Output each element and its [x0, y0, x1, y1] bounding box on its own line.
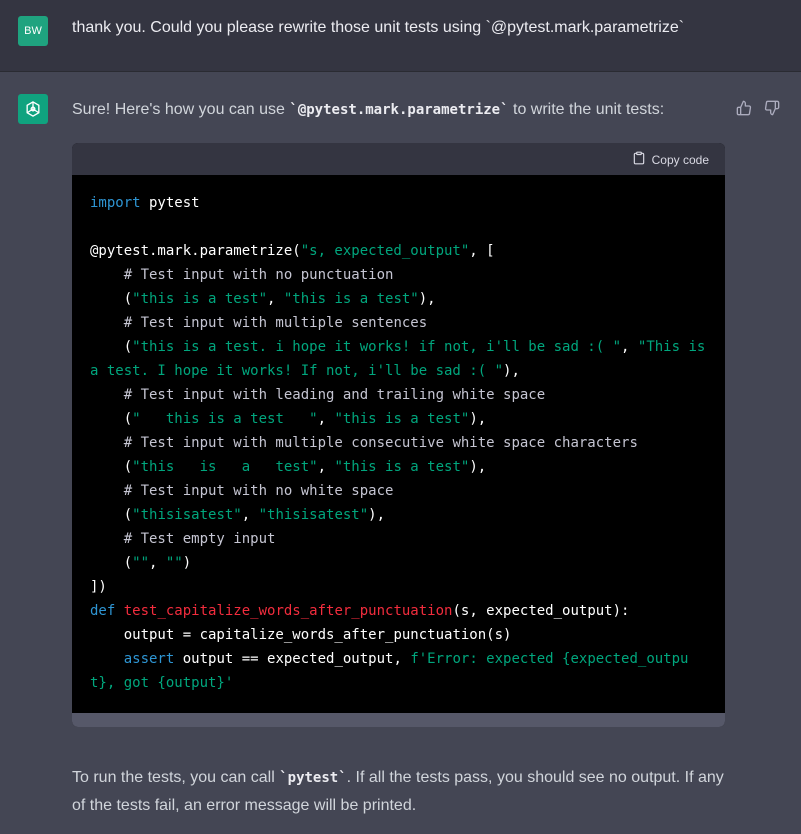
code-token: "this is a test" — [334, 411, 470, 427]
code-line: # Test input with leading and trailing w… — [90, 383, 707, 407]
code-token: # Test input with multiple sentences — [90, 315, 428, 331]
code-line: ("thisisatest", "thisisatest"), — [90, 503, 707, 527]
code-token: ), — [503, 363, 520, 379]
user-message-text: thank you. Could you please rewrite thos… — [72, 19, 685, 36]
code-token: " this is a test " — [132, 411, 318, 427]
code-token: ), — [469, 459, 487, 475]
code-line: assert output == expected_output, f'Erro… — [90, 647, 707, 695]
code-line: def test_capitalize_words_after_punctuat… — [90, 599, 707, 623]
code-token: , — [267, 291, 284, 307]
code-token: def — [90, 603, 116, 619]
code-token: , — [317, 459, 335, 475]
user-message-row: BW thank you. Could you please rewrite t… — [0, 0, 801, 72]
assistant-outro-text: To run the tests, you can call `pytest`.… — [72, 769, 724, 814]
code-token: ), — [368, 507, 386, 523]
code-token: ( — [90, 507, 133, 523]
code-line: # Test input with multiple sentences — [90, 311, 707, 335]
code-token: "this is a test" — [334, 459, 470, 475]
code-line: # Test empty input — [90, 527, 707, 551]
code-token: "this is a test" — [132, 459, 318, 475]
code-token: output == expected_output, — [174, 651, 411, 667]
code-line: # Test input with no white space — [90, 479, 707, 503]
code-token: test_capitalize_words_after_punctuation — [123, 603, 453, 619]
assistant-intro-text: Sure! Here's how you can use `@pytest.ma… — [72, 101, 665, 118]
code-token: # Test input with leading and trailing w… — [90, 387, 546, 403]
code-token: # Test input with multiple consecutive w… — [90, 435, 638, 451]
code-content[interactable]: import pytest @pytest.mark.parametrize("… — [72, 175, 725, 712]
feedback-buttons — [736, 100, 780, 116]
code-token: , — [241, 507, 259, 523]
thumbs-down-icon[interactable] — [764, 100, 780, 116]
code-token: assert — [123, 651, 175, 667]
code-token: ), — [418, 291, 436, 307]
code-line: ("this is a test", "this is a test"), — [90, 455, 707, 479]
code-token: import — [90, 195, 141, 211]
inline-code: `pytest` — [279, 770, 347, 786]
code-token: "thisisatest" — [258, 507, 369, 523]
code-token: ), — [469, 411, 487, 427]
code-token: ) — [182, 555, 192, 571]
code-token: , [ — [469, 243, 495, 259]
code-token: # Test input with no white space — [90, 483, 394, 499]
code-line: (" this is a test ", "this is a test"), — [90, 407, 707, 431]
code-token: ( — [90, 459, 133, 475]
code-block-header: Copy code — [72, 143, 725, 175]
code-token: "" — [132, 555, 150, 571]
code-block: Copy code import pytest @pytest.mark.par… — [72, 143, 725, 727]
code-token: , — [149, 555, 166, 571]
code-token: ]) — [90, 579, 107, 595]
code-token: ( — [90, 555, 133, 571]
code-token: "" — [165, 555, 183, 571]
code-line: output = capitalize_words_after_punctuat… — [90, 623, 707, 647]
code-line: ]) — [90, 575, 707, 599]
code-token: (s, expected_output): — [452, 603, 630, 619]
openai-logo-icon — [18, 94, 48, 124]
code-token: "thisisatest" — [132, 507, 242, 523]
copy-code-label: Copy code — [651, 152, 709, 167]
code-line: ("", "") — [90, 551, 707, 575]
code-token: "this is a test" — [283, 291, 419, 307]
inline-code: `@pytest.mark.parametrize` — [289, 102, 509, 118]
code-line: ("this is a test. i hope it works! if no… — [90, 335, 707, 383]
code-token: ( — [90, 291, 133, 307]
code-token: @pytest.mark.parametrize( — [90, 243, 301, 259]
code-token: ( — [90, 411, 133, 427]
code-token: "this is a test. i hope it works! if not… — [132, 339, 622, 355]
code-token: , — [621, 339, 638, 355]
code-token: "this is a test" — [132, 291, 268, 307]
code-token: ( — [90, 339, 133, 355]
copy-code-button[interactable]: Copy code — [632, 151, 709, 168]
code-line: import pytest — [90, 191, 707, 215]
code-token: # Test empty input — [90, 531, 276, 547]
thumbs-up-icon[interactable] — [736, 100, 752, 116]
code-token: output = capitalize_words_after_punctuat… — [90, 627, 512, 643]
user-avatar: BW — [18, 16, 48, 46]
code-line: ("this is a test", "this is a test"), — [90, 287, 707, 311]
assistant-message-row: Sure! Here's how you can use `@pytest.ma… — [0, 72, 801, 834]
clipboard-icon — [632, 151, 646, 168]
code-token: # Test input with no punctuation — [90, 267, 394, 283]
code-token: , — [317, 411, 335, 427]
code-line: # Test input with no punctuation — [90, 263, 707, 287]
code-token: pytest — [140, 195, 200, 211]
code-line: @pytest.mark.parametrize("s, expected_ou… — [90, 239, 707, 263]
horizontal-scrollbar[interactable] — [72, 713, 725, 727]
code-token: "s, expected_output" — [300, 243, 470, 259]
code-line: # Test input with multiple consecutive w… — [90, 431, 707, 455]
